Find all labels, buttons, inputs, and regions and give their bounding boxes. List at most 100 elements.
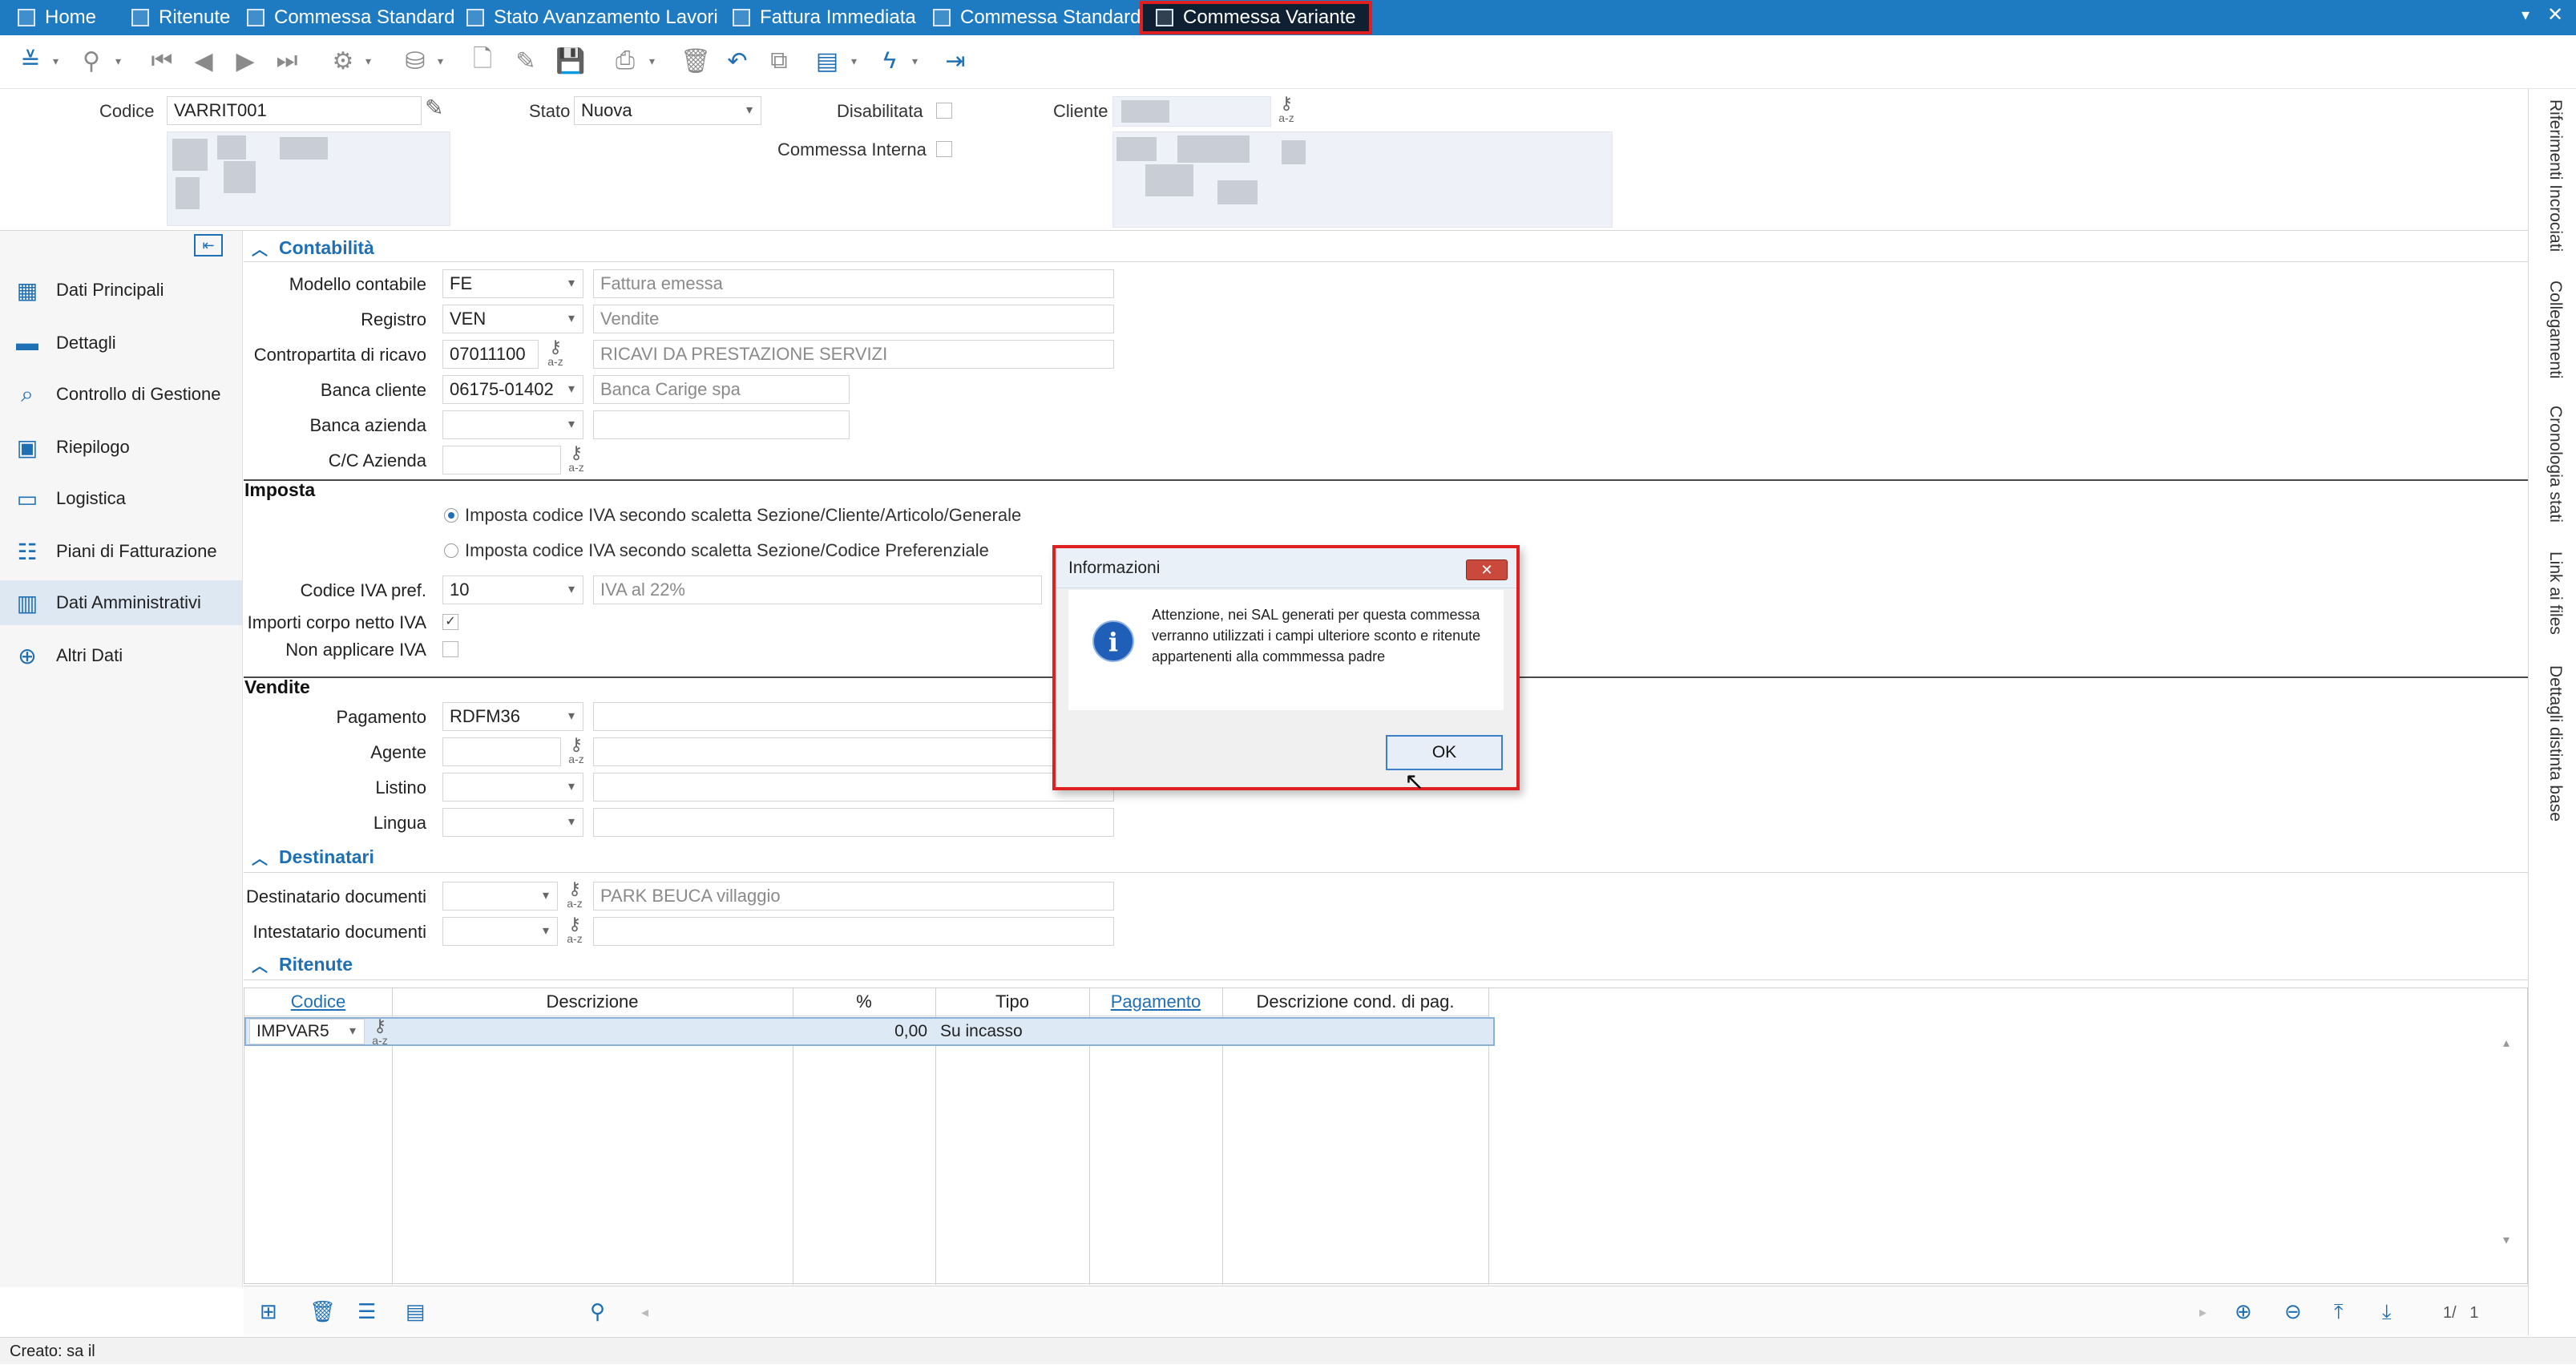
right-tab-dettagli-distinta-base[interactable]: Dettagli distinta base [2533, 665, 2565, 822]
database-icon[interactable]: ⛁ [401, 46, 430, 75]
list-view-icon[interactable]: ☰ [357, 1299, 376, 1324]
ok-button[interactable]: OK [1386, 735, 1503, 770]
cliente-description-area[interactable] [1112, 131, 1613, 228]
chevron-down-icon[interactable]: ▾ [53, 55, 59, 68]
right-tab-link-ai-files[interactable]: Link ai files [2533, 551, 2565, 635]
previous-record-icon[interactable]: ◀ [189, 46, 218, 75]
first-record-icon[interactable]: ⏮ [147, 46, 176, 75]
pagamento-select[interactable]: RDFM36 [442, 702, 583, 731]
key-lookup-icon[interactable]: ⚷ a-z [366, 1017, 394, 1048]
right-tab-cronologia-stati[interactable]: Cronologia stati [2533, 406, 2565, 523]
pencil-icon[interactable]: ✎ [425, 95, 443, 121]
edit-icon[interactable]: ✎ [511, 46, 540, 75]
scroll-right-icon[interactable]: ▸ [2199, 1304, 2207, 1321]
contropartita-input[interactable]: 07011100 [442, 340, 539, 369]
banca-cliente-select[interactable]: 06175-01402 [442, 375, 583, 404]
key-lookup-icon[interactable]: ⚷ a-z [561, 915, 588, 946]
row-percentuale[interactable]: 0,00 [793, 1019, 927, 1044]
first-page-icon[interactable]: ⤒ [2334, 1299, 2344, 1325]
key-lookup-icon[interactable]: ⚷ a-z [561, 880, 588, 911]
zoom-out-icon[interactable]: ⊖ [2284, 1299, 2302, 1324]
destinatario-documenti-select[interactable] [442, 882, 558, 911]
add-row-icon[interactable]: ⊞ [260, 1299, 277, 1324]
chevron-down-icon[interactable]: ▾ [649, 55, 655, 68]
agente-input[interactable] [442, 737, 561, 766]
column-header-descrizione-cond-pag[interactable]: Descrizione cond. di pag. [1222, 988, 1488, 1016]
row-codice-select[interactable]: IMPVAR5 [249, 1019, 365, 1044]
column-header-pagamento[interactable]: Pagamento [1089, 988, 1222, 1016]
tab-fattura-immediata[interactable]: Fattura Immediata [733, 2, 916, 33]
listino-select[interactable] [442, 773, 583, 802]
scroll-left-icon[interactable]: ◂ [641, 1304, 648, 1321]
row-descrizione[interactable] [392, 1019, 793, 1044]
last-page-icon[interactable]: ⤓ [2382, 1299, 2392, 1325]
importi-corpo-checkbox[interactable]: ✓ [442, 614, 458, 630]
column-header-percentuale[interactable]: % [793, 988, 935, 1016]
copy-icon[interactable]: ⧉ [765, 46, 793, 75]
close-tab-icon[interactable]: ✕ [2547, 3, 2563, 26]
chevron-down-icon[interactable]: ▾ [438, 55, 443, 68]
nav-piani-di-fatturazione[interactable]: ☷ Piani di Fatturazione [0, 529, 242, 574]
codice-description-area[interactable] [167, 131, 450, 226]
non-applicare-iva-checkbox[interactable] [442, 641, 458, 657]
tab-home[interactable]: Home [18, 2, 96, 33]
chevron-down-icon[interactable]: ▾ [912, 55, 918, 68]
delete-icon[interactable]: 🗑 [680, 46, 711, 75]
disabilitata-checkbox[interactable] [936, 103, 952, 119]
nav-riepilogo[interactable]: ▣ Riepilogo [0, 425, 242, 470]
tab-commessa-variante[interactable]: Commessa Variante [1140, 1, 1372, 34]
undo-icon[interactable]: ↶ [723, 46, 752, 75]
imposta-radio-sezione-cliente[interactable] [444, 508, 458, 523]
key-lookup-icon[interactable]: ⚷ a-z [542, 338, 569, 369]
nav-altri-dati[interactable]: ⊕ Altri Dati [0, 633, 242, 678]
tabs-menu-icon[interactable]: ▾ [2521, 5, 2530, 25]
intestatario-documenti-select[interactable] [442, 917, 558, 946]
tab-stato-avanzamento-lavori[interactable]: Stato Avanzamento Lavori [466, 2, 718, 33]
chevron-down-icon[interactable]: ▾ [115, 55, 121, 68]
banca-azienda-select[interactable] [442, 410, 583, 439]
imposta-radio-codice-preferenziale[interactable] [444, 543, 458, 558]
section-destinatari[interactable]: ︿ Destinatari [240, 842, 374, 872]
row-tipo[interactable]: Su incasso [940, 1019, 1089, 1044]
chevron-down-icon[interactable]: ▾ [851, 55, 857, 68]
lightning-icon[interactable]: ϟ [875, 46, 904, 75]
delete-row-icon[interactable]: 🗑 [309, 1299, 336, 1324]
section-ritenute[interactable]: ︿ Ritenute [240, 949, 353, 979]
search-icon[interactable]: ⚲ [77, 46, 106, 75]
nav-dettagli[interactable]: ▬ Dettagli [0, 321, 242, 365]
last-record-icon[interactable]: ⏭ [273, 46, 301, 75]
lingua-select[interactable] [442, 808, 583, 837]
column-header-codice[interactable]: Codice [244, 988, 392, 1016]
codice-iva-select[interactable]: 10 [442, 575, 583, 604]
collapse-panel-icon[interactable]: ⇤ [194, 234, 223, 256]
registro-select[interactable]: VEN [442, 305, 583, 333]
options-icon[interactable]: ⚙ [329, 46, 357, 75]
expand-icon[interactable]: ≚ [16, 46, 45, 75]
key-lookup-icon[interactable]: ⚷ a-z [563, 736, 590, 766]
print-icon[interactable]: ⎙ [611, 46, 640, 75]
modello-contabile-select[interactable]: FE [442, 269, 583, 298]
nav-dati-principali[interactable]: ▦ Dati Principali [0, 268, 242, 313]
exit-icon[interactable]: ⇥ [941, 46, 970, 75]
stato-select[interactable]: Nuova [574, 96, 761, 125]
scroll-up-icon[interactable]: ▴ [2503, 1035, 2509, 1051]
column-header-tipo[interactable]: Tipo [935, 988, 1089, 1016]
section-contabilita[interactable]: ︿ Contabilità [240, 232, 374, 263]
scroll-down-icon[interactable]: ▾ [2503, 1232, 2509, 1248]
right-tab-riferimenti-incrociati[interactable]: Riferimenti Incrociati [2533, 99, 2565, 252]
row-pagamento[interactable] [1091, 1019, 1222, 1044]
tab-ritenute[interactable]: Ritenute [131, 2, 230, 33]
key-lookup-icon[interactable]: ⚷ a-z [563, 444, 590, 475]
zoom-in-icon[interactable]: ⊕ [2235, 1299, 2252, 1324]
detail-view-icon[interactable]: ▤ [406, 1299, 426, 1324]
search-icon[interactable]: ⚲ [590, 1299, 605, 1324]
tab-commessa-standard-2[interactable]: Commessa Standard [933, 2, 1141, 33]
row-descrizione-cond-pag[interactable] [1225, 1019, 1490, 1044]
next-record-icon[interactable]: ▶ [231, 46, 260, 75]
codice-input[interactable]: VARRIT001 [167, 96, 422, 125]
nav-dati-amministrativi[interactable]: ▥ Dati Amministrativi [0, 580, 242, 625]
new-document-icon[interactable]: 🗋 [468, 46, 497, 75]
cliente-input[interactable] [1112, 96, 1271, 127]
right-tab-collegamenti[interactable]: Collegamenti [2533, 281, 2565, 379]
nav-logistica[interactable]: ▭ Logistica [0, 476, 242, 521]
